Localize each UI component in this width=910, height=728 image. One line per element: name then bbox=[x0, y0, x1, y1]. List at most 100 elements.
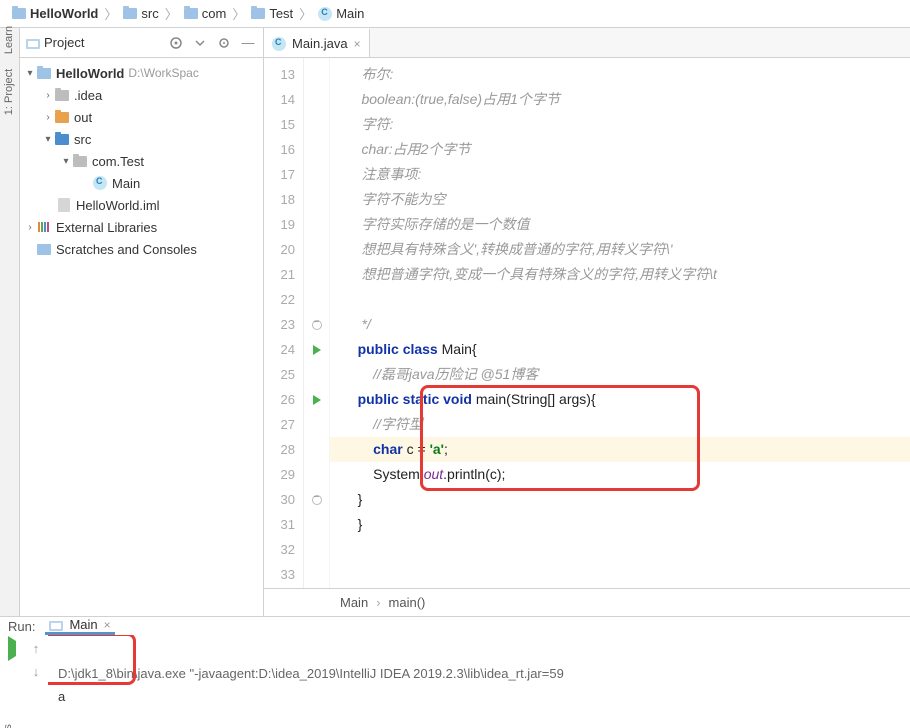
console-output[interactable]: D:\jdk1_8\bin\java.exe "-javaagent:D:\id… bbox=[48, 635, 910, 728]
breadcrumb-com[interactable]: com bbox=[180, 6, 231, 21]
code-line[interactable] bbox=[330, 287, 910, 312]
navigation-breadcrumb: HelloWorld 〉 src 〉 com 〉 Test 〉 Main bbox=[0, 0, 910, 28]
code-line[interactable]: */ bbox=[330, 312, 910, 337]
tree-out[interactable]: › out bbox=[20, 106, 263, 128]
tree-root-path: D:\WorkSpac bbox=[128, 66, 198, 80]
breadcrumb-label: src bbox=[141, 6, 158, 21]
tree-scratches[interactable]: Scratches and Consoles bbox=[20, 238, 263, 260]
tree-root[interactable]: ▾ HelloWorld D:\WorkSpac bbox=[20, 62, 263, 84]
project-tool-window: Project — ▾ HelloWorld D:\WorkSpac › .id… bbox=[20, 28, 264, 616]
class-icon bbox=[318, 7, 332, 21]
fold-icon[interactable] bbox=[312, 320, 322, 330]
run-config-label: Main bbox=[69, 617, 97, 632]
class-icon bbox=[93, 176, 107, 190]
chevron-right-icon[interactable]: › bbox=[42, 90, 54, 101]
code-line[interactable]: System.out.println(c); bbox=[330, 462, 910, 487]
gear-icon[interactable] bbox=[215, 34, 233, 52]
chevron-right-icon: 〉 bbox=[297, 4, 314, 23]
code-line[interactable]: } bbox=[330, 487, 910, 512]
code-line[interactable]: 字符实际存储的是一个数值 bbox=[330, 212, 910, 237]
favorites-tool-tab[interactable]: orites bbox=[2, 724, 14, 728]
code-line[interactable]: 布尔: bbox=[330, 62, 910, 87]
run-gutter-icon[interactable] bbox=[313, 345, 321, 355]
fold-icon[interactable] bbox=[312, 495, 322, 505]
project-panel-title[interactable]: Project bbox=[26, 35, 161, 50]
application-icon bbox=[49, 619, 63, 631]
tree-idea[interactable]: › .idea bbox=[20, 84, 263, 106]
breadcrumb-label: com bbox=[202, 6, 227, 21]
tree-label: out bbox=[74, 110, 92, 125]
scratches-icon bbox=[37, 244, 51, 255]
run-config-tab[interactable]: Main × bbox=[45, 617, 114, 635]
breadcrumb-method[interactable]: main() bbox=[389, 595, 426, 610]
tree-main-class[interactable]: Main bbox=[20, 172, 263, 194]
up-icon[interactable]: ↑ bbox=[33, 641, 40, 656]
code-line[interactable]: //字符型 bbox=[330, 412, 910, 437]
code-line[interactable]: 想把具有特殊含义',转换成普通的字符,用转义字符\' bbox=[330, 237, 910, 262]
tree-label: com.Test bbox=[92, 154, 144, 169]
down-icon[interactable]: ↓ bbox=[33, 664, 40, 679]
tree-label: Main bbox=[112, 176, 140, 191]
file-tab-label: Main.java bbox=[292, 36, 348, 51]
code-line[interactable]: char c = 'a'; bbox=[330, 437, 910, 462]
code-line[interactable]: 字符不能为空 bbox=[330, 187, 910, 212]
editor-body: 1314151617181920212223242526272829303132… bbox=[264, 58, 910, 588]
breadcrumb-root[interactable]: HelloWorld bbox=[8, 6, 102, 21]
code-line[interactable]: 注意事项: bbox=[330, 162, 910, 187]
project-tool-tab[interactable]: 1: Project bbox=[4, 69, 16, 115]
folder-icon bbox=[123, 8, 137, 19]
expand-all-icon[interactable] bbox=[191, 34, 209, 52]
folder-icon bbox=[55, 90, 69, 101]
code-line[interactable]: char:占用2个字节 bbox=[330, 137, 910, 162]
code-line[interactable]: boolean:(true,false)占用1个字节 bbox=[330, 87, 910, 112]
tree-label: HelloWorld.iml bbox=[76, 198, 160, 213]
code-line[interactable]: //磊哥java历险记 @51博客 bbox=[330, 362, 910, 387]
chevron-right-icon[interactable]: › bbox=[42, 112, 54, 123]
breadcrumb-main[interactable]: Main bbox=[314, 6, 368, 21]
code-line[interactable]: 字符: bbox=[330, 112, 910, 137]
chevron-right-icon[interactable]: › bbox=[24, 222, 36, 233]
code-line[interactable] bbox=[330, 562, 910, 587]
run-toolbar-primary bbox=[0, 635, 24, 728]
close-icon[interactable]: × bbox=[354, 37, 361, 51]
breadcrumb-label: HelloWorld bbox=[30, 6, 98, 21]
tree-external-libraries[interactable]: › External Libraries bbox=[20, 216, 263, 238]
close-icon[interactable]: × bbox=[104, 618, 111, 632]
run-header: Run: Main × bbox=[0, 617, 910, 635]
chevron-right-icon: 〉 bbox=[230, 4, 247, 23]
breadcrumb-test[interactable]: Test bbox=[247, 6, 297, 21]
code-line[interactable]: } bbox=[330, 512, 910, 537]
marker-gutter bbox=[304, 58, 330, 588]
project-tree[interactable]: ▾ HelloWorld D:\WorkSpac › .idea › out ▾ bbox=[20, 58, 263, 616]
tree-iml[interactable]: HelloWorld.iml bbox=[20, 194, 263, 216]
code-editor[interactable]: 布尔: boolean:(true,false)占用1个字节 字符: char:… bbox=[330, 58, 910, 588]
chevron-right-icon: 〉 bbox=[102, 4, 119, 23]
code-line[interactable] bbox=[330, 537, 910, 562]
run-gutter-icon[interactable] bbox=[313, 395, 321, 405]
source-folder-icon bbox=[55, 134, 69, 145]
learn-tool-tab[interactable]: Learn bbox=[4, 26, 16, 54]
chevron-down-icon[interactable]: ▾ bbox=[24, 68, 36, 79]
chevron-down-icon[interactable]: ▾ bbox=[42, 134, 54, 145]
breadcrumb-class[interactable]: Main bbox=[340, 595, 368, 610]
chevron-right-icon: › bbox=[376, 595, 380, 610]
tree-label: src bbox=[74, 132, 91, 147]
code-line[interactable]: public class Main{ bbox=[330, 337, 910, 362]
folder-icon bbox=[55, 112, 69, 123]
file-tab-main[interactable]: Main.java × bbox=[264, 28, 370, 57]
class-icon bbox=[272, 37, 286, 51]
tree-label: Scratches and Consoles bbox=[56, 242, 197, 257]
module-icon bbox=[58, 198, 70, 212]
breadcrumb-src[interactable]: src bbox=[119, 6, 162, 21]
run-title-label: Run: bbox=[8, 619, 35, 634]
rerun-icon[interactable] bbox=[8, 641, 16, 656]
project-title-label: Project bbox=[44, 35, 84, 50]
libraries-icon bbox=[37, 220, 51, 234]
tree-comtest[interactable]: ▾ com.Test bbox=[20, 150, 263, 172]
select-opened-icon[interactable] bbox=[167, 34, 185, 52]
hide-icon[interactable]: — bbox=[239, 34, 257, 52]
code-line[interactable]: public static void main(String[] args){ bbox=[330, 387, 910, 412]
code-line[interactable]: 想把普通字符t,变成一个具有特殊含义的字符,用转义字符\t bbox=[330, 262, 910, 287]
tree-src[interactable]: ▾ src bbox=[20, 128, 263, 150]
chevron-down-icon[interactable]: ▾ bbox=[60, 156, 72, 167]
